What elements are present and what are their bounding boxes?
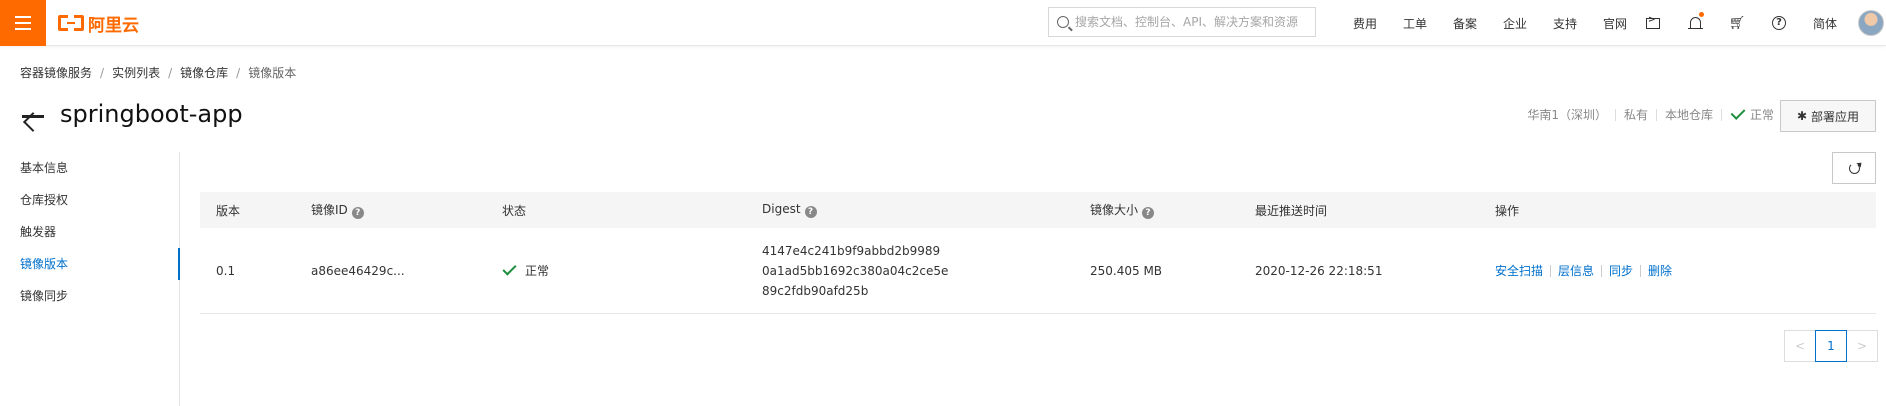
col-header-pushed: 最近推送时间 bbox=[1255, 203, 1328, 218]
breadcrumb-separator: / bbox=[100, 65, 105, 80]
layer-info-link[interactable]: 层信息 bbox=[1558, 262, 1594, 279]
sidebar-item-image-sync[interactable]: 镜像同步 bbox=[0, 280, 179, 312]
cell-digest: 4147e4c241b9f9abbd2b9989 0a1ad5bb1692c38… bbox=[746, 241, 1074, 301]
pagination: < 1 > bbox=[1784, 330, 1878, 362]
digest-line: 89c2fdb90afd25b bbox=[762, 283, 869, 298]
digest-line: 4147e4c241b9f9abbd2b9989 bbox=[762, 243, 941, 258]
sync-link[interactable]: 同步 bbox=[1609, 262, 1633, 279]
refresh-icon bbox=[1848, 162, 1860, 174]
top-icons: 🛒︎ ? 简体 bbox=[1632, 0, 1850, 46]
cell-status: 正常 bbox=[486, 261, 746, 279]
divider bbox=[1601, 264, 1603, 277]
prev-page-button[interactable]: < bbox=[1784, 330, 1816, 362]
breadcrumb-current: 镜像版本 bbox=[248, 66, 297, 80]
col-header-digest: Digest? bbox=[746, 202, 1074, 218]
nav-link-enterprise[interactable]: 企业 bbox=[1490, 15, 1540, 32]
sidebar-item-basic-info[interactable]: 基本信息 bbox=[0, 152, 179, 184]
nav-link-icp[interactable]: 备案 bbox=[1440, 15, 1490, 32]
table-header: 版本 镜像ID? 状态 Digest? 镜像大小? 最近推送时间 操作 bbox=[200, 192, 1876, 228]
cloud-shell-icon[interactable] bbox=[1632, 0, 1674, 46]
nav-link-ticket[interactable]: 工单 bbox=[1390, 15, 1440, 32]
sidebar: 基本信息 仓库授权 触发器 镜像版本 镜像同步 bbox=[0, 152, 180, 406]
cell-version: 0.1 bbox=[216, 263, 236, 278]
status-text: 正常 bbox=[525, 264, 550, 278]
col-header-status: 状态 bbox=[502, 203, 527, 218]
deploy-app-button[interactable]: ✱ 部署应用 bbox=[1780, 100, 1876, 132]
security-scan-link[interactable]: 安全扫描 bbox=[1495, 262, 1543, 279]
page-number-button[interactable]: 1 bbox=[1815, 330, 1847, 362]
cell-pushed-time: 2020-12-26 22:18:51 bbox=[1255, 263, 1383, 278]
cell-size: 250.405 MB bbox=[1090, 263, 1163, 278]
help-question-icon[interactable]: ? bbox=[1142, 207, 1155, 219]
nav-link-billing[interactable]: 费用 bbox=[1340, 15, 1390, 32]
col-header-image-id: 镜像ID? bbox=[295, 201, 486, 219]
logo-text: 阿里云 bbox=[88, 15, 139, 36]
divider bbox=[1640, 264, 1642, 277]
sidebar-item-image-versions[interactable]: 镜像版本 bbox=[0, 248, 180, 280]
region-label: 华南1（深圳） bbox=[1527, 108, 1607, 122]
col-header-size: 镜像大小? bbox=[1074, 201, 1239, 219]
aliyun-logo[interactable]: 阿里云 bbox=[58, 12, 139, 36]
sidebar-item-repo-auth[interactable]: 仓库授权 bbox=[0, 184, 179, 216]
help-question-icon[interactable]: ? bbox=[351, 207, 364, 219]
back-arrow-icon[interactable] bbox=[20, 105, 46, 127]
breadcrumb: 容器镜像服务 / 实例列表 / 镜像仓库 / 镜像版本 bbox=[20, 64, 296, 81]
hamburger-menu-icon[interactable] bbox=[0, 0, 46, 46]
divider bbox=[1720, 108, 1722, 121]
language-switch[interactable]: 简体 bbox=[1800, 0, 1850, 46]
refresh-button[interactable] bbox=[1832, 152, 1876, 184]
cell-actions: 安全扫描 层信息 同步 删除 bbox=[1479, 262, 1876, 279]
col-header-ops: 操作 bbox=[1495, 203, 1520, 218]
repo-status: 正常 bbox=[1749, 108, 1774, 122]
global-search[interactable] bbox=[1048, 7, 1316, 37]
aliyun-logo-mark-icon bbox=[58, 14, 84, 32]
cart-icon[interactable]: 🛒︎ bbox=[1716, 0, 1758, 46]
table-row: 0.1 a86ee46429c... 正常 4147e4c241b9f9abbd… bbox=[200, 228, 1876, 314]
search-icon bbox=[1057, 16, 1069, 28]
breadcrumb-item[interactable]: 容器镜像服务 bbox=[20, 64, 92, 81]
breadcrumb-item[interactable]: 实例列表 bbox=[112, 64, 160, 81]
notification-bell-icon[interactable] bbox=[1674, 0, 1716, 46]
top-links: 费用 工单 备案 企业 支持 官网 bbox=[1340, 0, 1640, 46]
repo-meta: 华南1（深圳） 私有 本地仓库 正常 bbox=[1527, 105, 1774, 123]
help-icon[interactable]: ? bbox=[1758, 0, 1800, 46]
divider bbox=[1614, 108, 1616, 121]
help-question-icon[interactable]: ? bbox=[804, 206, 817, 218]
notification-dot bbox=[1699, 12, 1704, 17]
visibility-label: 私有 bbox=[1623, 108, 1648, 122]
deploy-label: 部署应用 bbox=[1811, 109, 1860, 124]
sidebar-item-triggers[interactable]: 触发器 bbox=[0, 216, 179, 248]
cell-image-id: a86ee46429c... bbox=[311, 263, 405, 278]
status-check-icon bbox=[502, 261, 517, 276]
breadcrumb-item[interactable]: 镜像仓库 bbox=[180, 64, 228, 81]
search-input[interactable] bbox=[1075, 15, 1305, 29]
page-title: springboot-app bbox=[60, 100, 243, 128]
delete-link[interactable]: 删除 bbox=[1648, 262, 1672, 279]
status-check-icon bbox=[1730, 105, 1746, 120]
next-page-button[interactable]: > bbox=[1846, 330, 1878, 362]
nav-link-support[interactable]: 支持 bbox=[1540, 15, 1590, 32]
divider bbox=[1550, 264, 1552, 277]
source-label: 本地仓库 bbox=[1664, 108, 1713, 122]
divider bbox=[1655, 108, 1657, 121]
user-avatar[interactable] bbox=[1858, 10, 1884, 36]
breadcrumb-separator: / bbox=[168, 65, 173, 80]
col-header-version: 版本 bbox=[216, 203, 241, 218]
digest-line: 0a1ad5bb1692c380a04c2ce5e bbox=[762, 263, 949, 278]
image-version-table: 版本 镜像ID? 状态 Digest? 镜像大小? 最近推送时间 操作 0.1 … bbox=[200, 192, 1876, 314]
top-navbar: 阿里云 费用 工单 备案 企业 支持 官网 🛒︎ ? 简体 bbox=[0, 0, 1886, 46]
breadcrumb-separator: / bbox=[236, 65, 241, 80]
deploy-icon: ✱ bbox=[1796, 109, 1808, 123]
